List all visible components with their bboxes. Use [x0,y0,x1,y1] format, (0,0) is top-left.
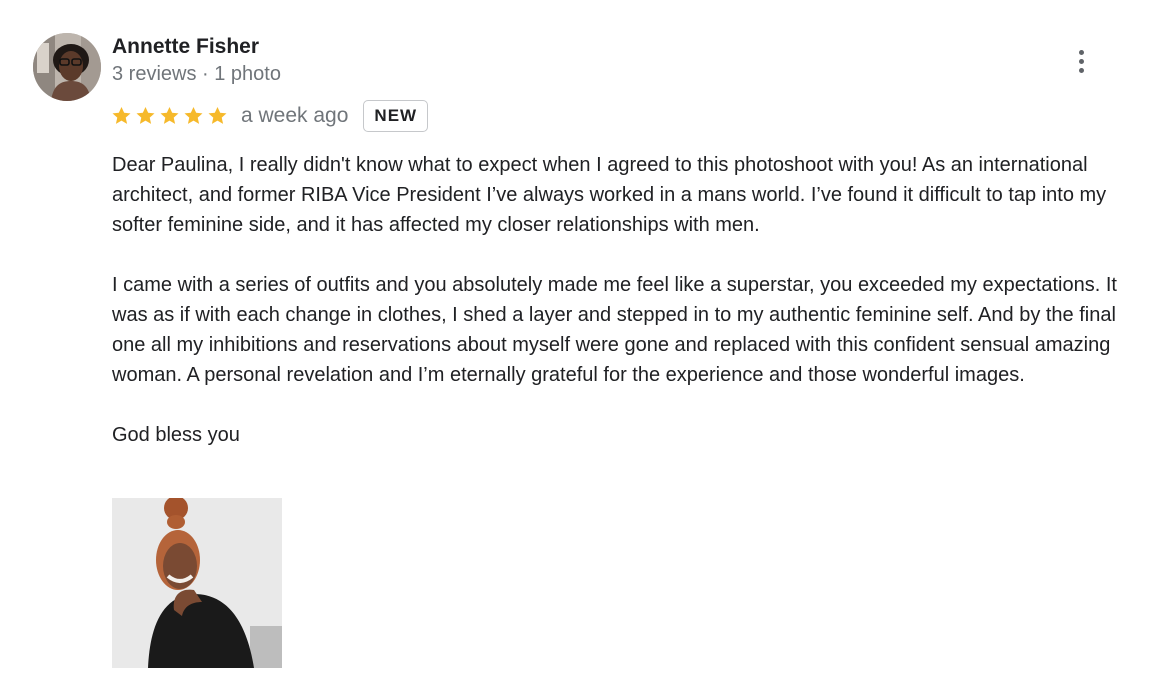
review-text: Dear Paulina, I really didn't know what … [112,150,1142,450]
star-icon [136,107,155,124]
author-name[interactable]: Annette Fisher [112,34,259,60]
star-icon [184,107,203,124]
star-icon [208,107,227,124]
more-vert-icon [1078,49,1084,55]
review-photo[interactable] [112,498,282,668]
avatar-image [33,33,101,101]
review-paragraph: God bless you [112,424,240,446]
review-paragraph: Dear Paulina, I really didn't know what … [112,154,1107,236]
review-photo-image [112,498,282,668]
author-meta[interactable]: 3 reviews · 1 photo [112,61,281,87]
review-paragraph: I came with a series of outfits and you … [112,274,1117,386]
more-vert-icon-dot [1078,58,1084,64]
rating-row: a week ago NEW [110,100,429,132]
review-card: Annette Fisher 3 reviews · 1 photo a wee… [0,0,1170,688]
star-icon [160,107,179,124]
review-date: a week ago [241,104,349,127]
more-options-button[interactable] [1066,44,1096,78]
author-avatar[interactable] [33,33,101,101]
more-vert-icon-dot [1078,67,1084,73]
new-badge: NEW [363,100,429,132]
star-rating [110,105,229,127]
star-icon [112,107,131,124]
